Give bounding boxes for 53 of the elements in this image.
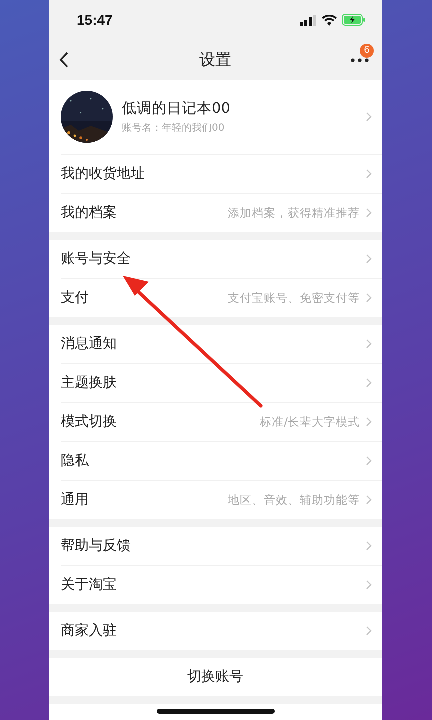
row-label: 帮助与反馈 <box>61 537 132 555</box>
row-label: 主题换肤 <box>61 374 118 392</box>
chevron-icon <box>366 254 372 264</box>
settings-row[interactable]: 消息通知 <box>61 325 382 364</box>
row-detail: 添加档案，获得精准推荐 <box>228 206 360 220</box>
notification-badge: 6 <box>360 44 374 58</box>
row-label: 支付 <box>61 289 90 307</box>
back-icon <box>59 52 69 68</box>
settings-row[interactable]: 模式切换 标准/长辈大字模式 <box>61 403 382 442</box>
chevron-icon <box>366 378 372 388</box>
switch-account-button[interactable]: 切换账号 <box>49 658 382 696</box>
profile-row[interactable]: 低调的日记本00 账号名：年轻的我们00 <box>61 80 382 155</box>
profile-name: 低调的日记本00 <box>122 100 232 118</box>
page-title: 设置 <box>200 50 232 68</box>
chevron-icon <box>366 417 372 427</box>
signal-icon <box>300 14 317 26</box>
chevron-icon <box>366 580 372 590</box>
settings-row[interactable]: 账号与安全 <box>61 240 382 279</box>
account-name: 账号名：年轻的我们00 <box>122 122 226 135</box>
chevron-icon <box>366 541 372 551</box>
chevron-icon <box>366 169 372 179</box>
chevron-icon <box>366 112 372 122</box>
settings-row[interactable]: 隐私 <box>61 442 382 481</box>
row-detail: 支付宝账号、免密支付等 <box>228 290 360 306</box>
chevron-icon <box>366 339 372 349</box>
row-detail: 地区、音效、辅助功能等 <box>228 492 360 508</box>
status-time: 15:47 <box>77 12 113 28</box>
settings-row[interactable]: 主题换肤 <box>61 364 382 403</box>
row-label: 通用 <box>61 491 90 509</box>
settings-row[interactable]: 帮助与反馈 <box>61 527 382 566</box>
row-label: 模式切换 <box>61 413 118 431</box>
row-label: 消息通知 <box>61 335 118 353</box>
chevron-icon <box>366 456 372 466</box>
row-label: 我的档案 <box>61 204 118 222</box>
row-label: 关于淘宝 <box>61 576 118 594</box>
settings-row[interactable]: 我的档案 添加档案，获得精准推荐 <box>61 194 382 232</box>
back-button[interactable] <box>59 52 69 68</box>
settings-row[interactable]: 支付 支付宝账号、免密支付等 <box>61 279 382 317</box>
settings-row[interactable]: 关于淘宝 <box>61 566 382 604</box>
more-icon <box>350 58 370 62</box>
chevron-icon <box>366 495 372 505</box>
row-label: 账号与安全 <box>61 250 132 268</box>
settings-row[interactable]: 通用 地区、音效、辅助功能等 <box>61 481 382 519</box>
row-label: 商家入驻 <box>61 622 118 640</box>
chevron-icon <box>366 208 372 218</box>
row-label: 隐私 <box>61 452 90 470</box>
wifi-icon <box>322 14 337 26</box>
settings-row[interactable]: 我的收货地址 <box>61 155 382 194</box>
row-detail: 标准/长辈大字模式 <box>260 414 360 430</box>
chevron-icon <box>366 626 372 636</box>
chevron-icon <box>366 293 372 303</box>
row-label: 我的收货地址 <box>61 165 146 183</box>
battery-charging-icon <box>342 14 366 26</box>
